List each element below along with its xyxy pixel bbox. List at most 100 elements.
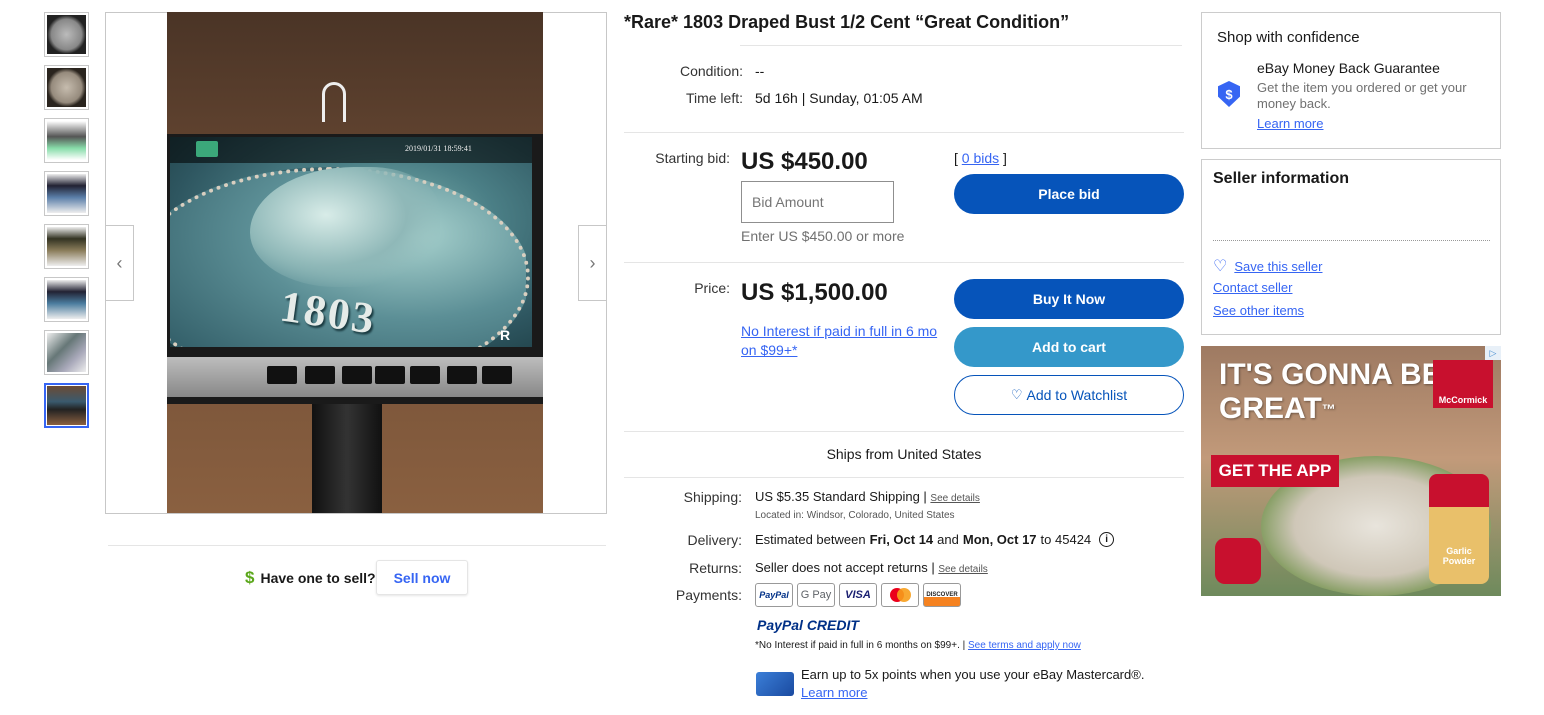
ebay-mastercard-icon (756, 672, 794, 696)
visa-logo: VISA (839, 583, 877, 607)
contact-seller-link[interactable]: Contact seller (1213, 280, 1292, 295)
time-left-label: Time left: (685, 90, 743, 106)
product-name-1: Garlic (1446, 546, 1472, 556)
mastercard-logo (881, 583, 919, 607)
thumbnail[interactable] (44, 330, 89, 375)
paypal-credit-logo: PayPal CREDIT (757, 617, 859, 633)
shipping-cost: US $5.35 (755, 489, 810, 504)
adchoices-icon[interactable]: ▷ (1485, 346, 1501, 360)
thumbnail-image (47, 121, 86, 160)
guarantee-text: Get the item you ordered or get your mon… (1257, 80, 1467, 111)
thumbnail[interactable] (44, 224, 89, 269)
ad-get-the-app-button[interactable]: GET THE APP (1211, 455, 1339, 487)
mastercard-promo: Earn up to 5x points when you use your e… (801, 667, 1145, 682)
info-icon[interactable]: i (1099, 532, 1115, 547)
thumbnail-image (47, 174, 86, 213)
bids-link[interactable]: 0 bids (962, 150, 999, 166)
chevron-left-icon: ‹ (116, 252, 123, 273)
add-to-cart-button[interactable]: Add to cart (954, 327, 1184, 367)
returns-see-details-link[interactable]: See details (938, 564, 987, 575)
delivery-value: Estimated between Fri, Oct 14 and Mon, O… (755, 532, 1115, 547)
next-image-button[interactable]: › (578, 225, 607, 301)
divider (624, 431, 1184, 432)
heart-icon: ♡ (1010, 387, 1023, 402)
prev-image-button[interactable]: ‹ (105, 225, 134, 301)
main-product-photo[interactable]: 2019/01/31 18:59:41 1803 R (167, 12, 543, 513)
save-seller-row[interactable]: ♡ Save this seller (1213, 256, 1323, 276)
add-to-watchlist-button[interactable]: ♡ Add to Watchlist (954, 375, 1184, 415)
monitor-button-bar (167, 357, 543, 397)
thumbnail-image (47, 333, 86, 372)
ad-trademark: ™ (1321, 401, 1336, 417)
thumbnail[interactable] (44, 118, 89, 163)
ad-headline-line-1: IT'S GONNA BE (1219, 358, 1442, 391)
heart-icon: ♡ (1213, 258, 1228, 275)
time-left-value: 5d 16h | Sunday, 01:05 AM (755, 90, 923, 106)
product-name-2: Powder (1442, 556, 1476, 566)
item-title: *Rare* 1803 Draped Bust 1/2 Cent “Great … (624, 12, 1070, 32)
discover-logo: DISCOVER (923, 583, 961, 607)
confidence-learn-more-link[interactable]: Learn more (1257, 116, 1323, 131)
mastercard-learn-more-link[interactable]: Learn more (801, 685, 867, 700)
dollar-icon: $ (245, 568, 255, 587)
sell-now-button[interactable]: Sell now (376, 560, 468, 595)
seller-divider (1213, 240, 1490, 241)
shipping-method: Standard Shipping | (812, 489, 927, 504)
payments-label: Payments: (675, 587, 742, 603)
bids-count: [ 0 bids ] (954, 150, 1007, 166)
thumbnail[interactable] (44, 12, 89, 57)
thumbnail[interactable] (44, 171, 89, 216)
bid-amount-input[interactable] (741, 181, 894, 223)
delivery-label: Delivery: (687, 532, 742, 548)
shield-icon: $ (1218, 81, 1240, 107)
condition-value: -- (755, 63, 765, 79)
confidence-heading: Shop with confidence (1217, 29, 1360, 46)
mccormick-ad[interactable]: IT'S GONNA BE GREAT™ GET THE APP McCormi… (1201, 346, 1501, 596)
shop-with-confidence-card: Shop with confidence $ eBay Money Back G… (1201, 12, 1501, 149)
thumbnail-image (47, 280, 86, 319)
thumbnail[interactable] (44, 277, 89, 322)
sell-prompt: Have one to sell? (260, 570, 376, 586)
photo-timestamp: 2019/01/31 18:59:41 (405, 144, 472, 153)
divider (624, 477, 1184, 478)
monitor-r-mark: R (500, 327, 511, 343)
usb-cable (322, 82, 346, 122)
app-icon (1215, 538, 1261, 584)
have-one-to-sell: $ Have one to sell? (245, 568, 376, 588)
delivery-start: Fri, Oct 14 (869, 532, 934, 547)
returns-label: Returns: (689, 560, 742, 576)
financing-link[interactable]: No Interest if paid in full in 6 mo on $… (741, 322, 941, 360)
terms-link[interactable]: See terms and apply now (968, 640, 1081, 651)
thumbnail[interactable] (44, 65, 89, 110)
microscope-stand (312, 404, 382, 513)
delivery-end: Mon, Oct 17 (962, 532, 1037, 547)
garlic-powder-jar: Garlic Powder (1429, 474, 1489, 584)
thumbnail-image (47, 68, 86, 107)
condition-label: Condition: (679, 63, 743, 79)
see-other-items-link[interactable]: See other items (1213, 303, 1304, 318)
save-seller-link[interactable]: Save this seller (1234, 259, 1322, 274)
ships-from: Ships from United States (826, 446, 982, 462)
ad-headline-line-2: GREAT™ (1219, 392, 1442, 426)
camera-mode-icon (196, 141, 218, 157)
monitor-screen: 2019/01/31 18:59:41 1803 R (170, 137, 532, 347)
bracket: ] (1003, 150, 1007, 166)
buy-it-now-button[interactable]: Buy It Now (954, 279, 1184, 319)
sell-divider (108, 545, 606, 546)
credit-terms-text: *No Interest if paid in full in 6 months… (755, 640, 966, 651)
ad-headline: IT'S GONNA BE GREAT™ (1219, 358, 1442, 426)
bid-hint: Enter US $450.00 or more (741, 228, 905, 244)
thumbnail-image (47, 227, 86, 266)
place-bid-button[interactable]: Place bid (954, 174, 1184, 214)
starting-bid-value: US $450.00 (741, 148, 868, 175)
google-pay-logo: G Pay (797, 583, 835, 607)
divider (740, 45, 1182, 46)
price-label: Price: (694, 280, 730, 296)
watchlist-label: Add to Watchlist (1026, 387, 1128, 403)
shipping-label: Shipping: (683, 489, 742, 505)
shipping-see-details-link[interactable]: See details (930, 493, 979, 504)
divider (624, 262, 1184, 263)
located-in: Located in: Windsor, Colorado, United St… (755, 510, 955, 521)
shipping-value: US $5.35 Standard Shipping | See details (755, 489, 980, 504)
thumbnail-selected[interactable] (44, 383, 89, 428)
